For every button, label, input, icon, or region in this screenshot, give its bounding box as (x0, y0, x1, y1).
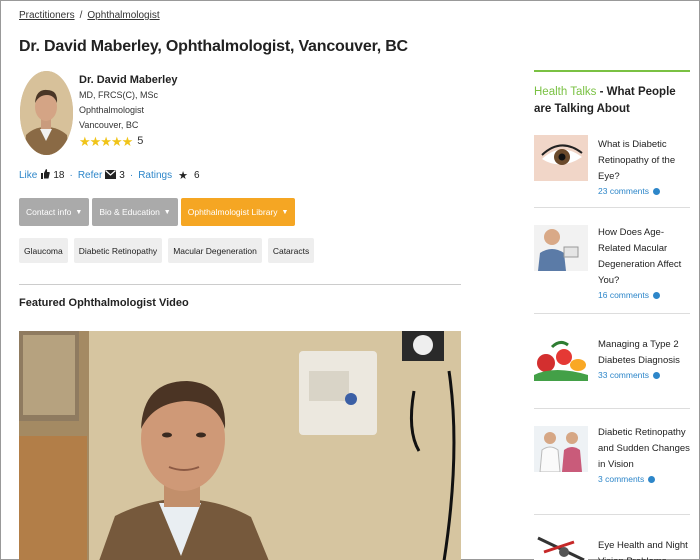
tag-macular-degeneration[interactable]: Macular Degeneration (168, 238, 262, 263)
chevron-down-icon: ▼ (163, 208, 171, 216)
tag-diabetic-retinopathy[interactable]: Diabetic Retinopathy (73, 238, 163, 263)
talk-divider (534, 207, 690, 208)
separator-dot: · (69, 170, 73, 181)
comment-bubble-icon (653, 188, 661, 196)
ratings-count: 6 (193, 170, 200, 181)
sidebar-heading-accent: Health Talks (534, 86, 597, 98)
comment-bubble-icon (648, 476, 656, 484)
page-title: Dr. David Maberley, Ophthalmologist, Van… (19, 38, 408, 55)
elderly-man-thumbnail (534, 225, 588, 271)
talk-divider (534, 408, 690, 409)
profile-button-row: Contact info ▼ Bio & Education ▼ Ophthalmo… (19, 198, 296, 226)
specialty: Ophthalmologist (79, 105, 145, 115)
profile-actions: Like 18 · Refer 3 · Ratings ★ 6 (19, 169, 200, 182)
talk-title[interactable]: What is Diabetic Retinopathy of the Eye? (598, 137, 692, 185)
talk-divider (534, 514, 690, 515)
sidebar-heading: Health Talks - What People are Talking A… (534, 84, 690, 118)
condition-tags: Glaucoma Diabetic Retinopathy Macular De… (19, 238, 315, 263)
talk-comments[interactable]: 3 comments (598, 474, 692, 484)
doctor-patient-thumbnail (534, 426, 588, 472)
doctor-name: Dr. David Maberley (79, 74, 178, 86)
ratings-link[interactable]: Ratings (138, 170, 172, 181)
vegetables-thumbnail (534, 335, 588, 381)
star-icon: ★ (178, 170, 188, 182)
separator-dot: · (129, 170, 134, 181)
star-rating: ★★★★★ 5 (79, 134, 177, 149)
refer-link[interactable]: Refer (78, 170, 102, 181)
profile-photo (20, 71, 73, 155)
chevron-down-icon: ▼ (281, 208, 289, 216)
tag-glaucoma[interactable]: Glaucoma (19, 238, 68, 263)
breadcrumb: Practitioners / Ophthalmologist (19, 10, 160, 21)
talk-comments[interactable]: 33 comments (598, 370, 692, 380)
library-label: Ophthalmologist Library (187, 207, 278, 217)
comment-count: 3 comments (598, 474, 645, 484)
comment-count: 16 comments (598, 290, 650, 300)
section-divider (19, 284, 461, 285)
talk-title[interactable]: Managing a Type 2 Diabetes Diagnosis (598, 337, 692, 369)
breadcrumb-practitioners-link[interactable]: Practitioners (19, 10, 75, 21)
tag-cataracts[interactable]: Cataracts (267, 238, 315, 263)
comment-bubble-icon (653, 292, 661, 300)
talk-comments[interactable]: 16 comments (598, 290, 692, 300)
library-button[interactable]: Ophthalmologist Library ▼ (180, 198, 296, 226)
contact-info-button[interactable]: Contact info ▼ (19, 198, 90, 226)
sidebar-accent-line (534, 70, 690, 72)
comment-count: 33 comments (598, 370, 650, 380)
like-link[interactable]: Like (19, 170, 37, 181)
talk-text: Managing a Type 2 Diabetes Diagnosis 33 … (598, 337, 692, 380)
like-count: 18 (53, 170, 65, 181)
breadcrumb-separator: / (79, 10, 83, 21)
chevron-down-icon: ▼ (75, 208, 83, 216)
eye-thumbnail (534, 135, 588, 181)
comment-bubble-icon (653, 372, 661, 380)
rating-stars: ★★★★★ (79, 134, 133, 149)
featured-video-player[interactable] (19, 331, 461, 560)
thumbs-up-icon (40, 169, 51, 182)
talk-text: Diabetic Retinopathy and Sudden Changes … (598, 425, 692, 484)
breadcrumb-ophthalmologist-link[interactable]: Ophthalmologist (87, 10, 159, 21)
night-vision-thumbnail (534, 532, 588, 560)
location: Vancouver, BC (79, 120, 139, 130)
refer-count: 3 (119, 170, 125, 181)
talk-title[interactable]: How Does Age-Related Macular Degeneratio… (598, 225, 692, 289)
contact-info-label: Contact info (26, 207, 72, 217)
featured-video-title: Featured Ophthalmologist Video (19, 297, 189, 309)
credentials: MD, FRCS(C), MSc (79, 90, 158, 100)
talk-title[interactable]: Diabetic Retinopathy and Sudden Changes … (598, 425, 692, 473)
talk-comments[interactable]: 23 comments (598, 186, 692, 196)
talk-title[interactable]: Eye Health and Night Vision Problems (598, 538, 692, 560)
bio-education-label: Bio & Education (99, 207, 160, 217)
talk-divider (534, 313, 690, 314)
health-talks-sidebar: Health Talks - What People are Talking A… (534, 70, 690, 560)
rating-value: 5 (137, 135, 144, 147)
comment-count: 23 comments (598, 186, 650, 196)
talk-text: Eye Health and Night Vision Problems (598, 538, 692, 560)
bio-education-button[interactable]: Bio & Education ▼ (92, 198, 178, 226)
profile-info: Dr. David Maberley MD, FRCS(C), MSc Opht… (79, 73, 177, 149)
talk-text: How Does Age-Related Macular Degeneratio… (598, 225, 692, 300)
envelope-icon (105, 169, 117, 182)
talk-text: What is Diabetic Retinopathy of the Eye?… (598, 137, 692, 196)
